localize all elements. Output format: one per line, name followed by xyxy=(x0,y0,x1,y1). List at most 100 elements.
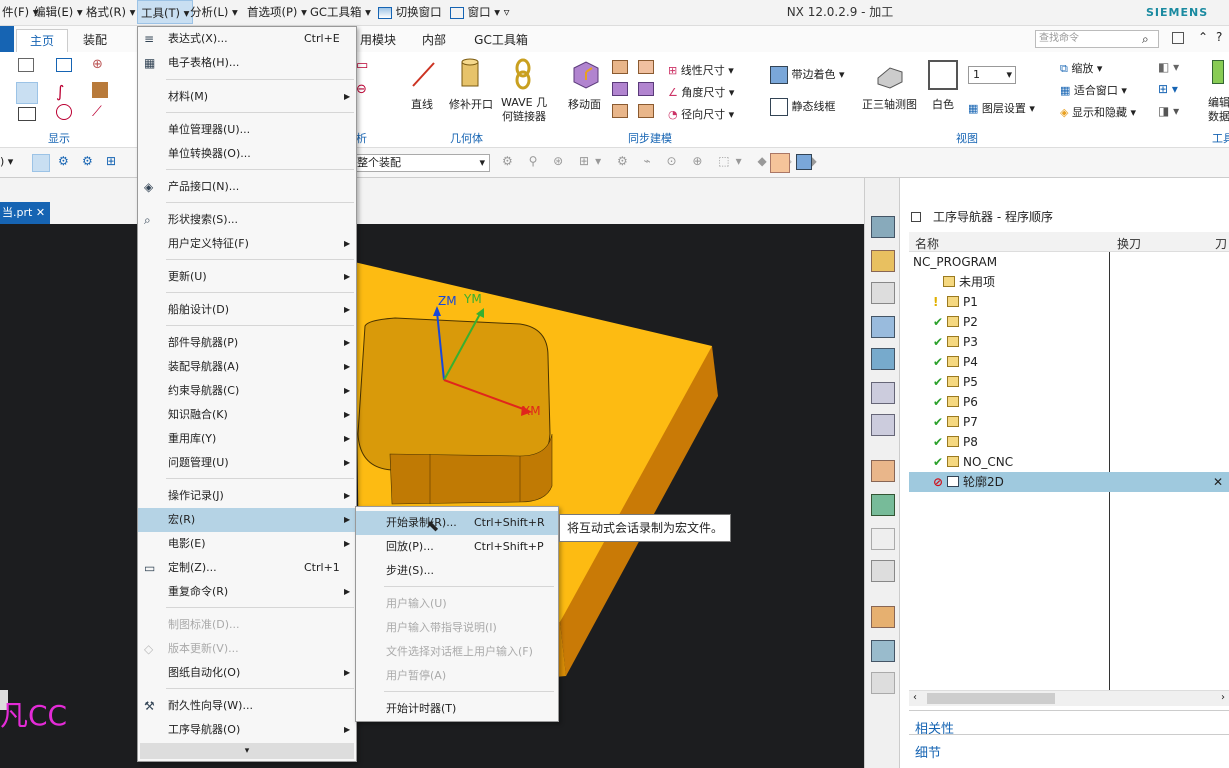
navigator-row[interactable]: NC_PROGRAM xyxy=(909,252,1229,272)
select-part-icon[interactable] xyxy=(32,154,50,172)
navigator-row[interactable]: ⊘ 轮廓2D ✕ xyxy=(909,472,1229,492)
menu-item-part-navigator[interactable]: 部件导航器(P) ▶ xyxy=(138,331,356,355)
tab-modules[interactable]: 用模块 xyxy=(356,29,400,52)
reuse-library-icon[interactable] xyxy=(871,606,895,628)
feature-navigator-icon[interactable] xyxy=(871,528,895,550)
menu-item-shape-search[interactable]: ⌕ 形状搜索(S)... xyxy=(138,208,356,232)
macro-item-step[interactable]: 步进(S)... xyxy=(356,559,558,583)
tab-assembly[interactable]: 装配 xyxy=(72,29,118,52)
report-icon[interactable] xyxy=(871,560,895,582)
search-icon[interactable]: ⌕ xyxy=(1142,32,1149,47)
document-tab[interactable]: 当.prt ✕ xyxy=(0,202,50,224)
navigator-row[interactable]: ✔ P8 xyxy=(909,432,1229,452)
horizontal-scrollbar[interactable]: ‹ › xyxy=(909,690,1229,706)
assembly-navigator-icon[interactable] xyxy=(871,250,895,272)
menu-item-movie[interactable]: 电影(E) ▶ xyxy=(138,532,356,556)
shaded-edges-button[interactable]: 带边着色 ▾ xyxy=(770,66,845,84)
menu-item-reuse-library[interactable]: 重用库(Y) ▶ xyxy=(138,427,356,451)
angle-dim-button[interactable]: ∠ 角度尺寸 ▾ xyxy=(668,84,734,100)
move-face-icon[interactable] xyxy=(570,58,602,90)
scroll-left-icon[interactable]: ‹ xyxy=(913,692,917,703)
web-browser-icon[interactable] xyxy=(871,640,895,662)
assembly-scope-select[interactable]: 整个装配 ▾ xyxy=(352,154,490,172)
navigator-row[interactable]: ✔ NO_CNC xyxy=(909,452,1229,472)
sync-tool2-icon[interactable] xyxy=(612,82,628,96)
macro-item-start-recording[interactable]: 开始录制(R)... Ctrl+Shift+R xyxy=(356,511,558,535)
zoom-button[interactable]: ⧉ 缩放 ▾ xyxy=(1060,60,1102,76)
menu-item-knowledge-fusion[interactable]: 知识融合(K) ▶ xyxy=(138,403,356,427)
sync-tool5-icon[interactable] xyxy=(638,82,654,96)
menu-item-macro[interactable]: 宏(R) ▶ xyxy=(138,508,356,532)
wave-linker-icon[interactable] xyxy=(510,58,536,90)
navigator-row[interactable]: ✔ P2 xyxy=(909,312,1229,332)
column-name[interactable]: 名称 xyxy=(915,235,939,252)
toolbar-dropdown-icon[interactable]: ) ▾ xyxy=(0,155,13,168)
layer-settings-button[interactable]: ▦ 图层设置 ▾ xyxy=(968,100,1035,116)
edit-data-icon[interactable] xyxy=(1212,60,1224,84)
menu-item-update[interactable]: 更新(U) ▶ xyxy=(138,265,356,289)
view-tool2-icon[interactable]: ⊞ ▾ xyxy=(1158,82,1178,96)
menu-item-issue-management[interactable]: 问题管理(U) ▶ xyxy=(138,451,356,475)
navigator-row[interactable]: ✔ P4 xyxy=(909,352,1229,372)
view-tool3-icon[interactable]: ◨ ▾ xyxy=(1158,104,1179,118)
menu-item-assembly-navigator[interactable]: 装配导航器(A) ▶ xyxy=(138,355,356,379)
constraint-navigator-icon[interactable] xyxy=(871,282,895,304)
close-icon[interactable]: ✕ xyxy=(36,206,45,219)
method-navigator-icon[interactable] xyxy=(871,494,895,516)
menu-item-durability-wizard[interactable]: ⚒ 耐久性向导(W)... xyxy=(138,694,356,718)
linear-dim-button[interactable]: ⊞ 线性尺寸 ▾ xyxy=(668,62,734,78)
window-menu[interactable]: 窗口 ▾ ▿ xyxy=(450,0,510,24)
history-palette-icon[interactable] xyxy=(871,672,895,694)
radial-dim-button[interactable]: ◔ 径向尺寸 ▾ xyxy=(668,106,734,122)
macro-item-start-timer[interactable]: 开始计时器(T) xyxy=(356,697,558,721)
view-tool1-icon[interactable]: ◧ ▾ xyxy=(1158,60,1179,74)
macro-item-playback[interactable]: 回放(P)... Ctrl+Shift+P xyxy=(356,535,558,559)
hatch2-icon[interactable] xyxy=(18,107,36,121)
menu-edit[interactable]: 编辑(E) ▾ xyxy=(34,0,83,24)
trimetric-icon[interactable] xyxy=(874,60,904,90)
menu-item-unit-converter[interactable]: 单位转换器(O)... xyxy=(138,142,356,166)
scrollbar-thumb[interactable] xyxy=(927,693,1055,704)
analysis2-icon[interactable]: ⊖ xyxy=(356,82,367,97)
switch-window-button[interactable]: 切换窗口 xyxy=(378,0,442,24)
menu-item-customize[interactable]: ▭ 定制(Z)... Ctrl+1 xyxy=(138,556,356,580)
navigator-pin-icon[interactable] xyxy=(911,212,921,222)
part-navigator-icon[interactable] xyxy=(871,216,895,238)
menu-item-repeat-command[interactable]: 重复命令(R) ▶ xyxy=(138,580,356,604)
file-tab-button[interactable] xyxy=(0,26,14,52)
circle-point-icon[interactable] xyxy=(56,104,72,120)
shaded-select-icon[interactable] xyxy=(796,154,812,170)
command-search-input[interactable]: 查找命令 xyxy=(1035,30,1159,48)
navigator-row[interactable]: 未用项 xyxy=(909,272,1229,292)
line-icon[interactable] xyxy=(410,60,436,88)
menu-item-materials[interactable]: 材料(M) ▶ xyxy=(138,85,356,109)
navigator-row[interactable]: ✔ P6 xyxy=(909,392,1229,412)
menu-item-product-interface[interactable]: ◈ 产品接口(N)... xyxy=(138,175,356,199)
sync-tool4-icon[interactable] xyxy=(638,60,654,74)
menu-item-unit-manager[interactable]: 单位管理器(U)... xyxy=(138,118,356,142)
menu-item-spreadsheet[interactable]: ▦ 电子表格(H)... xyxy=(138,51,356,75)
menu-preferences[interactable]: 首选项(P) ▾ xyxy=(247,0,307,24)
machine-navigator-icon[interactable] xyxy=(871,348,895,370)
select-edge-icon[interactable]: ⊞ xyxy=(106,154,122,170)
material-icon[interactable] xyxy=(92,82,108,98)
geometry-navigator-icon[interactable] xyxy=(871,460,895,482)
tab-home[interactable]: 主页 xyxy=(16,29,68,52)
help-icon[interactable]: ? xyxy=(1216,30,1222,44)
white-background-icon[interactable] xyxy=(928,60,958,90)
menu-item-operation-navigator[interactable]: 工序导航器(O) ▶ xyxy=(138,718,356,742)
history-icon[interactable] xyxy=(871,316,895,338)
column-tool[interactable]: 刀 xyxy=(1215,235,1227,252)
tool-navigator-icon[interactable] xyxy=(871,414,895,436)
static-wireframe-button[interactable]: 静态线框 xyxy=(770,98,836,116)
snap-icon[interactable]: ⊕ xyxy=(92,58,108,72)
navigator-row[interactable]: ! P1 xyxy=(909,292,1229,312)
navigator-row[interactable]: ✔ P3 xyxy=(909,332,1229,352)
line-tool-icon[interactable]: ⟋ xyxy=(92,104,108,120)
select-face-icon[interactable]: ⚙ xyxy=(82,154,98,170)
highlight-select-icon[interactable] xyxy=(770,153,790,173)
sync-tool1-icon[interactable] xyxy=(612,60,628,74)
show-hide-button[interactable]: ◈ 显示和隐藏 ▾ xyxy=(1060,104,1136,120)
hatch-display-icon[interactable] xyxy=(16,82,38,104)
curve-icon[interactable]: ∫ xyxy=(56,82,72,101)
